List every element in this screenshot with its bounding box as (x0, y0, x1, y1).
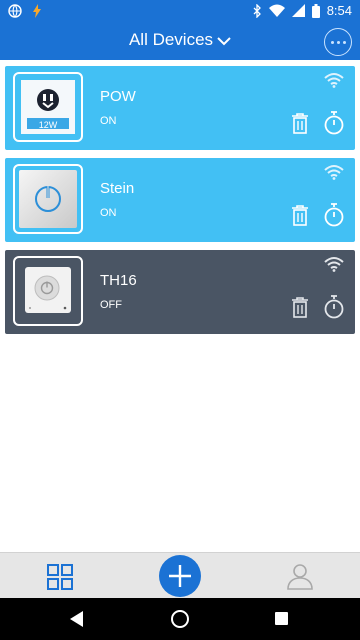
device-card-pow[interactable]: 12W POW ON (5, 66, 355, 150)
timer-button[interactable] (323, 111, 345, 140)
battery-icon (311, 3, 320, 18)
device-thumbnail (13, 256, 83, 326)
flash-icon (32, 4, 42, 18)
stopwatch-icon (324, 203, 344, 227)
device-filter-dropdown[interactable]: All Devices (0, 30, 360, 51)
device-thumbnail (13, 164, 83, 234)
device-thumbnail: 12W (13, 72, 83, 142)
timer-button[interactable] (323, 295, 345, 324)
device-name: Stein (100, 180, 135, 197)
bluetooth-icon (253, 3, 262, 18)
power-switch-icon (19, 170, 77, 228)
bottom-tab-bar (0, 552, 360, 598)
status-bar: 8:54 (0, 0, 360, 24)
power-switch-icon (25, 267, 71, 313)
device-state: OFF (100, 299, 122, 311)
page-title: All Devices (128, 30, 214, 49)
timer-button[interactable] (323, 203, 345, 232)
device-card-stein[interactable]: Stein ON (5, 158, 355, 242)
status-time: 8:54 (326, 3, 352, 18)
back-button[interactable] (70, 611, 84, 632)
chevron-down-icon (217, 31, 231, 51)
back-icon (70, 611, 83, 627)
more-dots-icon (330, 40, 334, 44)
outlet-icon (21, 80, 75, 134)
grid-icon (47, 564, 73, 590)
device-name: TH16 (100, 272, 137, 289)
device-state: ON (100, 115, 117, 127)
app-bar: All Devices (0, 24, 360, 60)
add-device-button[interactable] (159, 555, 201, 597)
stopwatch-icon (324, 295, 344, 319)
home-icon[interactable] (171, 610, 189, 628)
wifi-signal-icon (323, 256, 345, 277)
delete-device-button[interactable] (291, 204, 309, 231)
trash-icon (292, 205, 308, 226)
wifi-icon (268, 4, 285, 17)
globe-icon (8, 4, 22, 18)
wifi-signal-icon (323, 72, 345, 93)
device-card-th16[interactable]: TH16 OFF (5, 250, 355, 334)
device-state: ON (100, 207, 117, 219)
wifi-signal-icon (323, 164, 345, 185)
system-nav-bar (0, 598, 360, 640)
signal-icon (291, 4, 305, 17)
user-icon (287, 564, 313, 590)
trash-icon (292, 297, 308, 318)
recents-icon[interactable] (275, 612, 288, 625)
more-options-button[interactable] (324, 28, 352, 56)
delete-device-button[interactable] (291, 296, 309, 323)
profile-tab[interactable] (286, 562, 314, 595)
devices-tab[interactable] (47, 564, 73, 595)
power-badge: 12W (38, 120, 58, 130)
trash-icon (292, 113, 308, 134)
add-icon (169, 565, 191, 587)
stopwatch-icon (324, 111, 344, 135)
device-name: POW (100, 88, 136, 105)
delete-device-button[interactable] (291, 112, 309, 139)
